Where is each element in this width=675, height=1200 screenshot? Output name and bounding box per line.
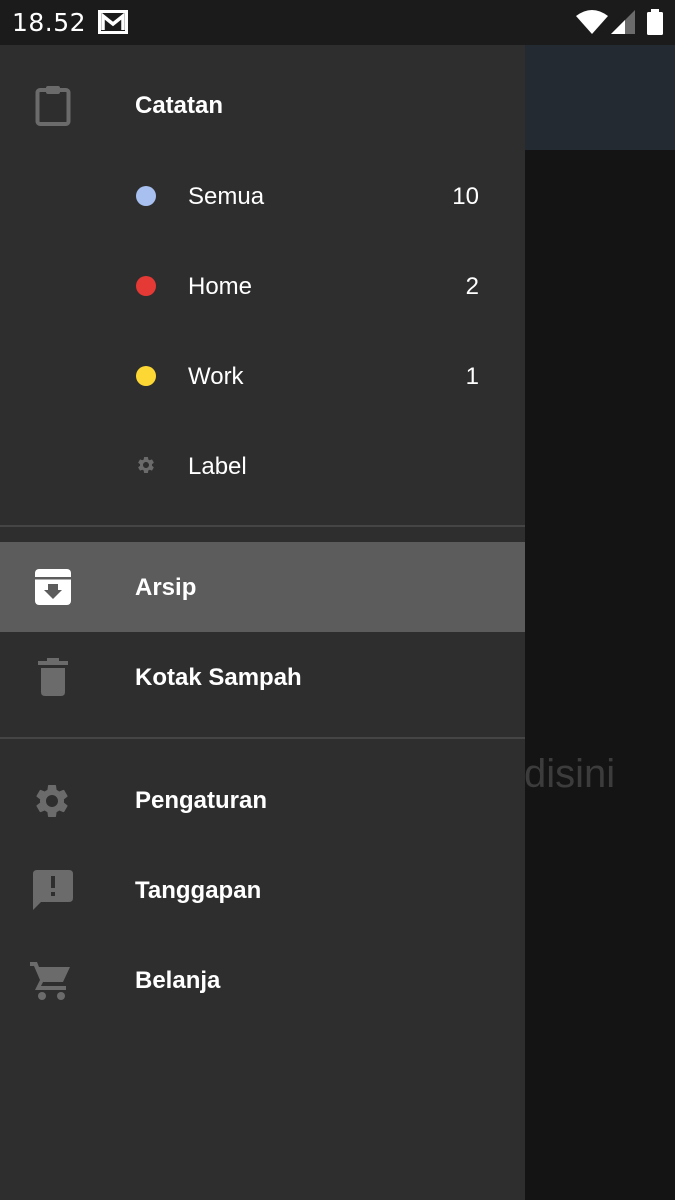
label-color-dot xyxy=(136,276,156,296)
wifi-icon xyxy=(576,10,608,39)
label-item-name: Semua xyxy=(188,183,265,210)
label-item-work[interactable]: Work 1 xyxy=(0,330,525,420)
label-color-dot xyxy=(136,186,156,206)
status-time: 18.52 xyxy=(12,8,87,37)
clipboard-icon xyxy=(35,85,71,132)
archive-icon xyxy=(35,569,71,610)
drawer-item-label: Arsip xyxy=(135,574,197,601)
drawer-item-label: Belanja xyxy=(135,967,221,994)
feedback-icon xyxy=(33,870,73,915)
drawer-item-archive[interactable]: Arsip xyxy=(0,542,525,632)
drawer-item-label: Pengaturan xyxy=(135,787,268,814)
label-settings-item[interactable]: Label xyxy=(0,420,525,510)
label-item-count: 1 xyxy=(465,363,479,390)
status-bar: 18.52 xyxy=(0,0,675,45)
drawer-divider xyxy=(0,525,525,527)
label-item-name: Work xyxy=(188,363,244,390)
trash-icon xyxy=(38,658,68,701)
label-item-home[interactable]: Home 2 xyxy=(0,240,525,330)
label-item-name: Home xyxy=(188,273,253,300)
background-empty-text: disini xyxy=(524,752,616,796)
drawer-item-notes[interactable]: Catatan xyxy=(0,60,525,150)
drawer-divider xyxy=(0,737,525,739)
label-item-count: 10 xyxy=(452,183,479,210)
drawer-item-label: Kotak Sampah xyxy=(135,664,302,691)
drawer-item-shop[interactable]: Belanja xyxy=(0,935,525,1025)
label-color-dot xyxy=(136,366,156,386)
signal-icon xyxy=(611,10,635,39)
battery-icon xyxy=(647,9,663,40)
drawer-item-settings[interactable]: Pengaturan xyxy=(0,755,525,845)
gear-icon xyxy=(136,455,156,480)
label-item-semua[interactable]: Semua 10 xyxy=(0,150,525,240)
drawer-item-trash[interactable]: Kotak Sampah xyxy=(0,632,525,722)
drawer-item-label: Catatan xyxy=(135,92,224,119)
drawer-item-feedback[interactable]: Tanggapan xyxy=(0,845,525,935)
label-settings-label: Label xyxy=(188,453,247,480)
drawer-item-label: Tanggapan xyxy=(135,877,262,904)
gmail-icon xyxy=(98,10,128,39)
navigation-drawer: Catatan Semua 10 Home 2 Work 1 Label Ars… xyxy=(0,45,525,1200)
cart-icon xyxy=(30,960,72,1005)
label-item-count: 2 xyxy=(465,273,479,300)
gear-icon xyxy=(32,781,72,826)
